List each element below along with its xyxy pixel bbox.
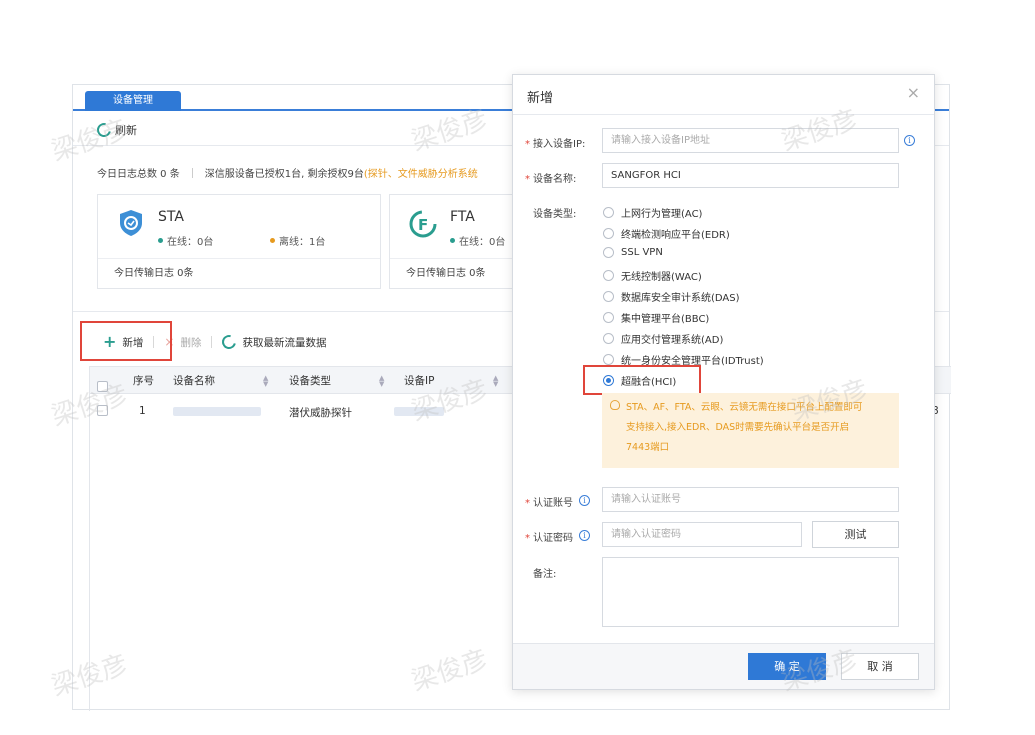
total-logs-text: 今日日志总数 0 条 [97, 169, 180, 180]
confirm-button[interactable]: 确 定 [748, 653, 826, 680]
notice-box: STA、AF、FTA、云眼、云镜无需在接口平台上配置即可 支持接入,接入EDR、… [602, 393, 899, 468]
sta-online: 在线：0台 [158, 233, 213, 248]
sort-icon[interactable]: ▲ ▼ [493, 375, 499, 388]
radio-bbc[interactable]: 集中管理平台(BBC) [603, 310, 709, 325]
row-checkbox[interactable] [97, 405, 108, 419]
info-icon[interactable]: i [579, 530, 590, 541]
license-text: 深信服设备已授权1台, 剩余授权9台 [204, 169, 364, 180]
device-name-label: * 设备名称: [525, 174, 577, 185]
radio-button[interactable] [603, 207, 614, 218]
notice-line: 7443端口 [626, 442, 670, 453]
sta-name: STA [158, 209, 184, 225]
radio-das[interactable]: 数据库安全审计系统(DAS) [603, 289, 740, 304]
password-label: * 认证密码 [525, 533, 573, 544]
sta-offline: 离线：1台 [270, 233, 325, 248]
device-ip-input[interactable] [602, 128, 899, 153]
add-device-dialog: 新增 × *接入设备IP: i *设备名称: 设备类型: 上网行为管理(AC) … [512, 74, 935, 690]
radio-ad[interactable]: 应用交付管理系统(AD) [603, 331, 723, 346]
radio-button[interactable] [603, 228, 614, 239]
offline-dot [270, 238, 275, 243]
radio-ac[interactable]: 上网行为管理(AC) [603, 205, 702, 220]
radio-button[interactable] [603, 333, 614, 344]
radio-label: 上网行为管理(AC) [621, 209, 703, 220]
hci-highlight [583, 365, 701, 395]
fetch-label: 获取最新流量数据 [242, 336, 327, 349]
sta-online-text: 在线：0台 [167, 237, 214, 248]
redacted-device-name [173, 407, 261, 416]
fta-name: FTA [450, 209, 475, 225]
ip-label: * 接入设备IP: [525, 139, 586, 150]
svg-text:F: F [418, 216, 428, 234]
radio-label: 应用交付管理系统(AD) [621, 335, 724, 346]
radio-label: 终端检测响应平台(EDR) [621, 230, 730, 241]
screen: 设备管理 刷新 今日日志总数 0 条 深信服设备已授权1台, 剩余授权9台 (探… [0, 0, 1035, 735]
fta-logo-icon: F [409, 210, 437, 238]
sort-icon[interactable]: ▲ ▼ [379, 375, 385, 388]
summary-separator [191, 167, 193, 178]
online-dot [450, 238, 455, 243]
fta-online-text: 在线：0台 [459, 237, 506, 248]
table-left-border [89, 366, 90, 711]
dialog-footer: 确 定 取 消 [513, 643, 934, 689]
close-icon[interactable]: × [907, 83, 920, 102]
refresh-icon [94, 120, 114, 140]
fetch-traffic-button[interactable]: 获取最新流量数据 [219, 332, 327, 352]
col-device-type[interactable]: 设备类型 [289, 367, 331, 395]
sta-shield-icon [120, 210, 142, 236]
radio-label: 集中管理平台(BBC) [621, 314, 710, 325]
info-icon[interactable]: i [904, 135, 915, 146]
col-device-name[interactable]: 设备名称 [173, 367, 215, 395]
online-dot [158, 238, 163, 243]
sort-icon[interactable]: ▲ ▼ [263, 375, 269, 388]
fta-online: 在线：0台 [450, 233, 505, 248]
delete-label: 删除 [180, 336, 202, 349]
remark-label: 备注: [533, 569, 557, 580]
dialog-title: 新增 [527, 91, 554, 106]
info-icon[interactable]: i [579, 495, 590, 506]
row-index: 1 [139, 405, 146, 417]
radio-button[interactable] [603, 291, 614, 302]
password-input[interactable] [602, 522, 802, 547]
device-type-label: 设备类型: [533, 209, 577, 220]
redacted-device-ip [394, 407, 444, 416]
refresh-button[interactable]: 刷新 [94, 120, 137, 140]
radio-edr[interactable]: 终端检测响应平台(EDR) [603, 226, 730, 241]
lightbulb-icon [610, 400, 620, 410]
col-device-ip[interactable]: 设备IP [404, 367, 434, 395]
license-warning: (探针、文件威胁分析系统 [363, 169, 478, 180]
sta-today-logs: 今日传输日志 0条 [98, 258, 380, 288]
radio-button[interactable] [603, 312, 614, 323]
radio-ssl-vpn[interactable]: SSL VPN [603, 247, 663, 258]
device-name-input[interactable] [602, 163, 899, 188]
cancel-button[interactable]: 取 消 [841, 653, 919, 680]
account-label: * 认证账号 [525, 498, 573, 509]
radio-label: SSL VPN [621, 247, 663, 258]
refresh-label: 刷新 [115, 124, 137, 137]
account-input[interactable] [602, 487, 899, 512]
radio-button[interactable] [603, 270, 614, 281]
radio-label: 无线控制器(WAC) [621, 272, 702, 283]
notice-line: STA、AF、FTA、云眼、云镜无需在接口平台上配置即可 [626, 402, 863, 413]
radio-button[interactable] [603, 354, 614, 365]
toolbar-separator [211, 336, 213, 348]
remark-textarea[interactable] [602, 557, 899, 627]
row-device-type: 潜伏威胁探针 [289, 407, 352, 419]
sta-card: STA 在线：0台 离线：1台 今日传输日志 0条 [97, 194, 381, 289]
radio-button[interactable] [603, 247, 614, 258]
test-button[interactable]: 测试 [812, 521, 899, 548]
divider [513, 114, 934, 115]
notice-line: 支持接入,接入EDR、DAS时需要先确认平台是否开启 [626, 422, 850, 433]
tab-device-management[interactable]: 设备管理 [85, 91, 181, 111]
col-index[interactable]: 序号 [133, 367, 154, 395]
add-button-highlight [80, 321, 172, 361]
refresh-icon [219, 332, 240, 352]
radio-label: 数据库安全审计系统(DAS) [621, 293, 740, 304]
radio-wac[interactable]: 无线控制器(WAC) [603, 268, 702, 283]
sta-offline-text: 离线：1台 [279, 237, 326, 248]
select-all-checkbox[interactable] [97, 375, 108, 392]
log-summary: 今日日志总数 0 条 深信服设备已授权1台, 剩余授权9台 (探针、文件威胁分析… [97, 165, 478, 180]
